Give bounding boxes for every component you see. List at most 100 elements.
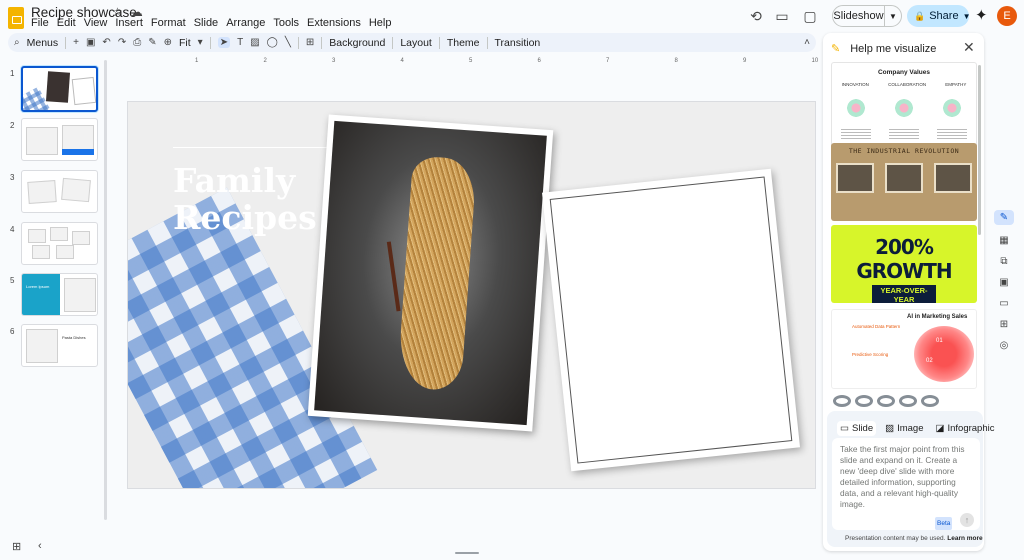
history-icon[interactable]: ⟲: [746, 6, 766, 26]
layout-button[interactable]: Layout: [400, 37, 432, 49]
menu-format[interactable]: Format: [151, 17, 186, 29]
chevron-down-icon[interactable]: ▼: [963, 12, 971, 21]
menu-tools[interactable]: Tools: [273, 17, 299, 29]
lock-icon: 🔒: [914, 10, 926, 21]
menu-arrange[interactable]: Arrange: [226, 17, 265, 29]
tab-image[interactable]: ▨ Image: [882, 421, 926, 436]
photo-thumbnail: [836, 163, 875, 193]
chevron-down-icon[interactable]: ▾: [198, 37, 203, 48]
insert-icon[interactable]: ⊞: [994, 319, 1014, 330]
slide-title[interactable]: Family Recipes: [173, 162, 317, 236]
infographic-icon: ◪: [935, 423, 945, 434]
comment-add-icon[interactable]: ⊞: [306, 37, 314, 48]
undo-icon[interactable]: ↶: [102, 37, 110, 48]
new-slide-icon[interactable]: ▣: [86, 37, 95, 48]
folder-icon[interactable]: ▭: [994, 298, 1014, 309]
slide-icon: ▭: [840, 423, 849, 434]
noodle-photo: [314, 120, 547, 426]
empty-photo-frame[interactable]: [541, 168, 801, 472]
text-box-icon[interactable]: T: [237, 37, 243, 48]
menu-edit[interactable]: Edit: [57, 17, 76, 29]
video-call-icon[interactable]: ▢: [800, 6, 820, 26]
suggestion-card-pattern[interactable]: [831, 391, 977, 413]
slide-thumbnail-1[interactable]: [21, 66, 98, 112]
ruler-tick: 3: [332, 58, 336, 64]
chevron-down-icon[interactable]: ▼: [885, 12, 901, 21]
speaker-notes-handle[interactable]: [455, 552, 479, 554]
card-title: Company Values: [877, 69, 931, 76]
divider: [392, 36, 394, 49]
slides-logo[interactable]: [8, 7, 24, 29]
filmstrip-scrollbar[interactable]: [104, 60, 107, 520]
search-icon[interactable]: ⌕: [14, 37, 20, 48]
slide-filmstrip: 1 2 3 4 5 Lorem Ipsum 6 Pasta Dishes: [0, 60, 108, 520]
circle-icon[interactable]: ◎: [994, 340, 1014, 351]
slide-thumbnail-3[interactable]: [21, 170, 98, 213]
toolbar: ⌕ Menus + ▣ ↶ ↷ ⎙ ✎ ⊕ Fit ▾ ➤ T ▨ ◯ ╲ ⊞ …: [8, 33, 816, 52]
print-icon[interactable]: ⎙: [133, 37, 141, 48]
slideshow-label: Slideshow: [833, 6, 885, 26]
zoom-select[interactable]: Fit: [179, 37, 191, 49]
close-icon[interactable]: ✕: [963, 39, 975, 56]
line-icon[interactable]: ╲: [285, 37, 291, 48]
menu-slide[interactable]: Slide: [194, 17, 218, 29]
send-arrow-icon[interactable]: ↑: [960, 513, 974, 527]
menu-insert[interactable]: Insert: [115, 17, 143, 29]
card-subtitle: YEAR-OVER-YEAR: [872, 285, 936, 303]
menu-extensions[interactable]: Extensions: [307, 17, 361, 29]
keyboard-icon[interactable]: ▦: [994, 235, 1014, 246]
prompt-placeholder: Take the first major point from this sli…: [840, 444, 965, 509]
suggestion-card-growth[interactable]: 200% GROWTH YEAR-OVER-YEAR: [831, 225, 977, 303]
suggestion-card-industrial-revolution[interactable]: THE INDUSTRIAL REVOLUTION: [831, 143, 977, 221]
tab-slide[interactable]: ▭ Slide: [837, 421, 877, 436]
prompt-input[interactable]: Take the first major point from this sli…: [832, 438, 980, 530]
magic-wand-icon[interactable]: ✎: [994, 210, 1014, 225]
menu-help[interactable]: Help: [369, 17, 392, 29]
collapse-toolbar-icon[interactable]: ˄: [804, 37, 810, 48]
gemini-sparkle-icon[interactable]: ✦: [975, 6, 988, 24]
slide-number: 4: [10, 225, 15, 234]
paint-format-icon[interactable]: ✎: [148, 37, 156, 48]
menu-view[interactable]: View: [84, 17, 108, 29]
background-button[interactable]: Background: [329, 37, 385, 49]
horizontal-ruler: 1 2 3 4 5 6 7 8 9 10: [120, 58, 820, 68]
add-icon[interactable]: +: [73, 37, 79, 48]
ruler-tick: 4: [400, 58, 404, 64]
tab-label: Slide: [851, 423, 874, 434]
image-icon[interactable]: ▨: [250, 37, 259, 48]
menus-search[interactable]: Menus: [27, 37, 59, 49]
noodle-photo-frame[interactable]: [307, 114, 554, 432]
transition-button[interactable]: Transition: [495, 37, 541, 49]
slide-canvas[interactable]: Family Recipes: [127, 101, 816, 489]
card-title: AI in Marketing Sales: [907, 314, 968, 320]
thumb-title: Lorem Ipsum: [26, 284, 50, 289]
zoom-icon[interactable]: ⊕: [164, 37, 172, 48]
redo-icon[interactable]: ↷: [118, 37, 126, 48]
slide-thumbnail-2[interactable]: [21, 118, 98, 161]
vertical-ruler: [110, 100, 118, 490]
avatar[interactable]: E: [997, 6, 1017, 26]
photo-thumbnail: [884, 163, 923, 193]
magic-wand-icon: ✎: [831, 43, 841, 55]
image-icon: ▨: [885, 423, 895, 434]
contact-icon[interactable]: ▣: [994, 277, 1014, 288]
select-cursor-icon[interactable]: ➤: [217, 37, 231, 48]
collapse-filmstrip-icon[interactable]: ‹: [38, 540, 42, 552]
menu-file[interactable]: File: [31, 17, 49, 29]
theme-button[interactable]: Theme: [447, 37, 480, 49]
copy-icon[interactable]: ⧉: [994, 256, 1014, 267]
ruler-tick: 9: [743, 58, 747, 64]
suggestion-card-ai-marketing[interactable]: AI in Marketing Sales Automated Data Pat…: [831, 309, 977, 389]
slide-thumbnail-6[interactable]: Pasta Dishes: [21, 324, 98, 367]
slide-thumbnail-5[interactable]: Lorem Ipsum: [21, 273, 98, 316]
grid-view-icon[interactable]: ⊞: [12, 540, 21, 553]
tab-infographic[interactable]: ◪ Infographic: [933, 421, 998, 436]
shape-icon[interactable]: ◯: [267, 37, 278, 48]
learn-more-link[interactable]: Learn more: [947, 535, 982, 542]
panel-scrollbar[interactable]: [978, 65, 981, 235]
thumb-title: Pasta Dishes: [62, 335, 86, 340]
comment-icon[interactable]: ▭: [772, 6, 792, 26]
slideshow-button[interactable]: Slideshow ▼: [832, 5, 902, 27]
share-button[interactable]: 🔒 Share ▼: [907, 5, 971, 27]
slide-thumbnail-4[interactable]: [21, 222, 98, 265]
